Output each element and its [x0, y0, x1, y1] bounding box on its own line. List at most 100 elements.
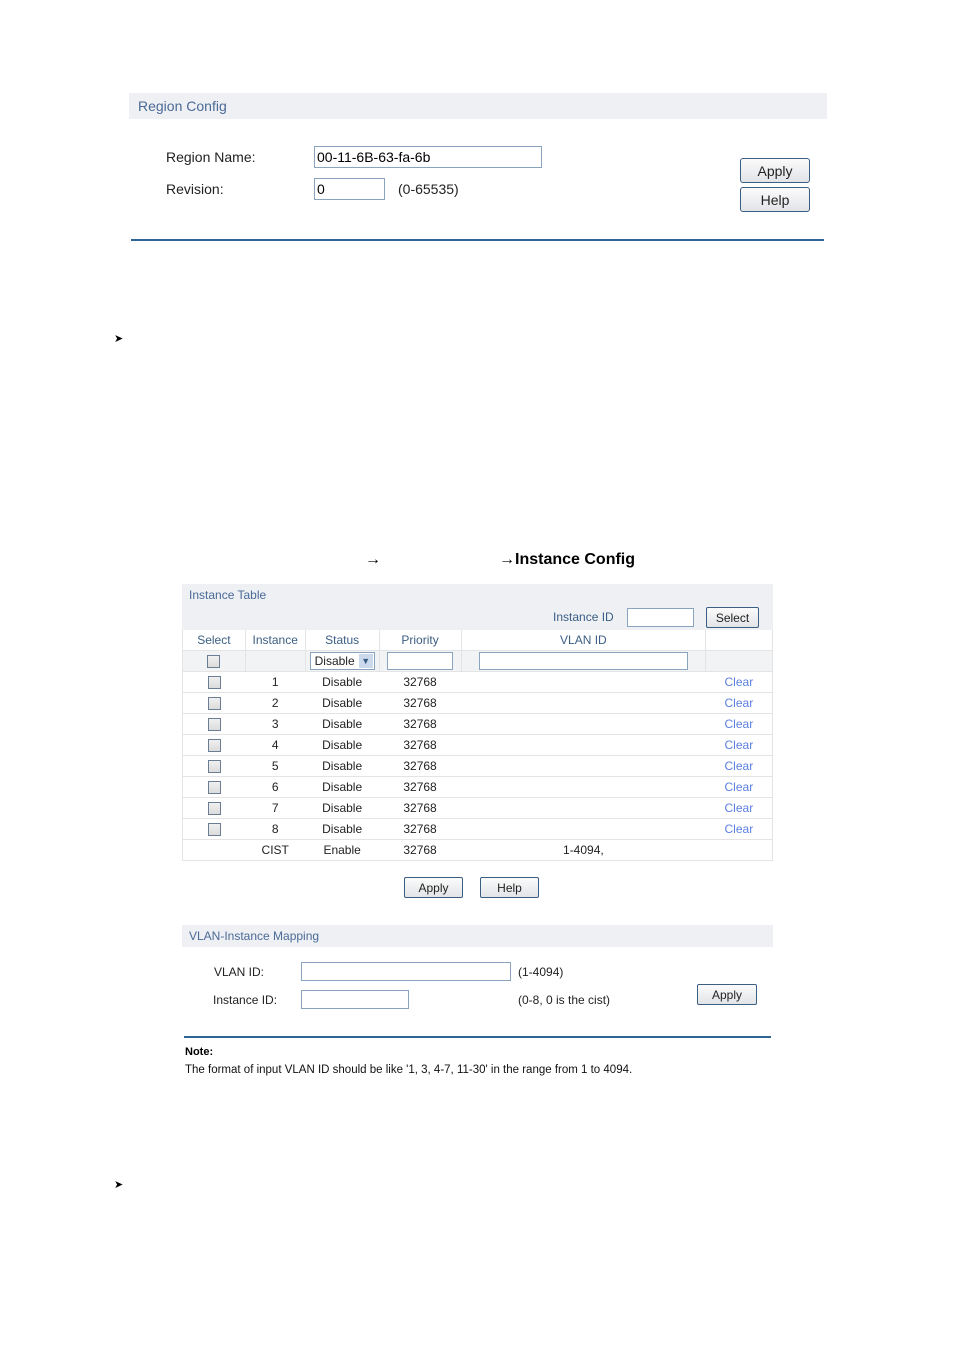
region-config-title: Region Config	[138, 98, 227, 114]
priority-input[interactable]	[387, 652, 454, 670]
col-vlan-id: VLAN ID	[461, 630, 707, 651]
instance-table-header: Instance Table	[182, 584, 773, 606]
revision-label: Revision:	[166, 181, 224, 197]
table-row: 6 Disable 32768 Clear	[182, 776, 773, 798]
region-help-button[interactable]: Help	[740, 187, 810, 212]
vlan-cell	[461, 671, 706, 693]
status-cell: Disable	[305, 671, 380, 693]
select-all-checkbox[interactable]	[207, 655, 221, 669]
cist-row: CIST Enable 32768 1-4094,	[182, 839, 773, 861]
instance-table: Select Instance Status Priority VLAN ID …	[182, 630, 773, 861]
region-divider	[131, 239, 824, 241]
priority-cell: 32768	[379, 818, 461, 840]
note-text: The format of input VLAN ID should be li…	[185, 1064, 633, 1076]
instance-cell: 3	[245, 713, 306, 735]
priority-cell: 32768	[379, 671, 461, 693]
vlan-cell	[461, 797, 706, 819]
table-row: 7 Disable 32768 Clear	[182, 797, 773, 819]
status-cell: Disable	[305, 755, 380, 777]
clear-link[interactable]: Clear	[725, 822, 754, 836]
instance-cell: 7	[245, 797, 306, 819]
mapping-apply-button[interactable]: Apply	[697, 984, 757, 1005]
priority-cell: 32768	[379, 776, 461, 798]
table-row: 5 Disable 32768 Clear	[182, 755, 773, 777]
row-checkbox[interactable]	[207, 823, 221, 837]
col-action	[705, 630, 773, 651]
vlan-cell	[461, 818, 706, 840]
row-checkbox[interactable]	[207, 676, 221, 690]
instance-cell: 4	[245, 734, 306, 756]
status-cell: Enable	[305, 839, 380, 861]
col-status: Status	[305, 630, 380, 651]
instance-apply-button[interactable]: Apply	[404, 877, 463, 898]
row-checkbox[interactable]	[207, 739, 221, 753]
clear-link[interactable]: Clear	[725, 801, 754, 815]
clear-link[interactable]: Clear	[725, 696, 754, 710]
status-select[interactable]: Disable ▼	[309, 652, 375, 670]
instance-id-search-label: Instance ID	[553, 610, 614, 624]
col-priority: Priority	[379, 630, 462, 651]
instance-help-button[interactable]: Help	[480, 877, 539, 898]
status-cell: Disable	[305, 692, 380, 714]
region-apply-button[interactable]: Apply	[740, 158, 810, 183]
chevron-down-icon: ▼	[358, 654, 373, 668]
instance-id-search-input[interactable]	[627, 608, 694, 627]
status-cell: Disable	[305, 734, 380, 756]
status-cell: Disable	[305, 776, 380, 798]
table-row: 8 Disable 32768 Clear	[182, 818, 773, 840]
mapping-header: VLAN-Instance Mapping	[182, 925, 773, 947]
clear-link[interactable]: Clear	[725, 717, 754, 731]
mapping-instance-input[interactable]	[301, 990, 409, 1009]
row-checkbox[interactable]	[207, 802, 221, 816]
bullet-arrow-icon: ➤	[114, 333, 124, 345]
instance-cell: 5	[245, 755, 306, 777]
instance-table-title: Instance Table	[189, 588, 267, 602]
clear-link[interactable]: Clear	[725, 675, 754, 689]
vlan-cell	[461, 713, 706, 735]
mapping-vlan-label: VLAN ID:	[214, 965, 265, 979]
vlan-cell	[461, 734, 706, 756]
region-name-input[interactable]	[314, 146, 542, 168]
priority-cell: 32768	[379, 839, 461, 861]
clear-link[interactable]: Clear	[725, 780, 754, 794]
col-instance: Instance	[245, 630, 306, 651]
instance-cell: 6	[245, 776, 306, 798]
revision-hint: (0-65535)	[398, 181, 459, 197]
priority-cell: 32768	[379, 692, 461, 714]
instance-cell: 2	[245, 692, 306, 714]
region-name-label: Region Name:	[166, 149, 256, 165]
edit-row: Disable ▼	[182, 650, 773, 672]
instance-cell: 1	[245, 671, 306, 693]
priority-cell: 32768	[379, 734, 461, 756]
row-checkbox[interactable]	[207, 781, 221, 795]
priority-cell: 32768	[379, 713, 461, 735]
select-button[interactable]: Select	[706, 607, 759, 628]
status-cell: Disable	[305, 818, 380, 840]
bullet-arrow-icon: ➤	[114, 1179, 124, 1191]
status-cell: Disable	[305, 713, 380, 735]
col-select: Select	[182, 630, 246, 651]
row-checkbox[interactable]	[207, 718, 221, 732]
table-row: 2 Disable 32768 Clear	[182, 692, 773, 714]
instance-cell: CIST	[245, 839, 306, 861]
caption-arrow-1: →	[365, 551, 381, 568]
row-checkbox[interactable]	[207, 760, 221, 774]
clear-link[interactable]: Clear	[725, 738, 754, 752]
priority-cell: 32768	[379, 797, 461, 819]
priority-cell: 32768	[379, 755, 461, 777]
clear-link[interactable]: Clear	[725, 759, 754, 773]
status-select-value: Disable	[314, 654, 355, 668]
mapping-instance-label: Instance ID:	[213, 993, 278, 1007]
vlan-cell	[461, 692, 706, 714]
table-header-row: Select Instance Status Priority VLAN ID	[182, 630, 773, 651]
row-checkbox[interactable]	[207, 697, 221, 711]
mapping-vlan-input[interactable]	[301, 962, 511, 981]
mapping-title: VLAN-Instance Mapping	[189, 929, 320, 943]
instance-cell: 8	[245, 818, 306, 840]
vlan-cell	[461, 776, 706, 798]
region-config-header: Region Config	[129, 93, 827, 119]
vlan-cell	[461, 755, 706, 777]
revision-input[interactable]	[314, 178, 385, 200]
mapping-instance-hint: (0-8, 0 is the cist)	[518, 993, 611, 1007]
vlan-id-input[interactable]	[478, 652, 688, 670]
